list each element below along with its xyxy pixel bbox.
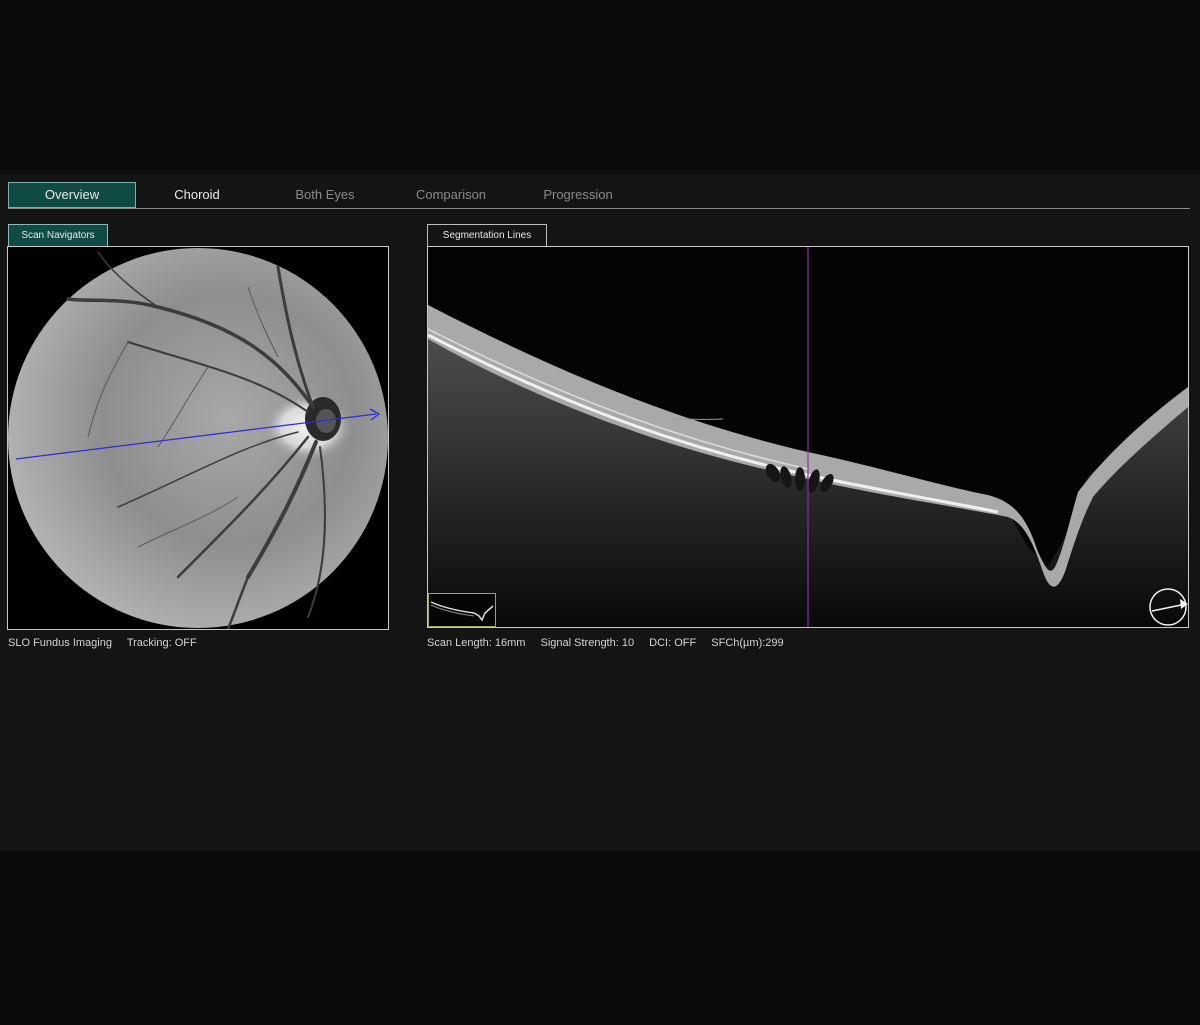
tab-comparison[interactable]: Comparison [388,182,514,207]
sfch-value: SFCh(µm):299 [711,637,784,649]
scan-navigators-tab[interactable]: Scan Navigators [8,224,108,247]
scan-length: Scan Length: 16mm [427,637,526,649]
imaging-mode-label: SLO Fundus Imaging [8,637,112,649]
view-tab-bar: Overview Choroid Both Eyes Comparison Pr… [8,182,1190,209]
fundus-image-frame[interactable] [7,246,389,630]
dci-status: DCI: OFF [649,637,697,649]
oct-bscan-image [428,247,1188,627]
fundus-caption: SLO Fundus Imaging Tracking: OFF [8,637,209,649]
segmentation-lines-tab[interactable]: Segmentation Lines [427,224,547,246]
tab-both-eyes[interactable]: Both Eyes [262,182,388,207]
oct-bscan-frame[interactable] [427,246,1189,628]
tab-choroid[interactable]: Choroid [134,182,260,207]
signal-strength: Signal Strength: 10 [540,637,635,649]
app-window: Overview Choroid Both Eyes Comparison Pr… [0,175,1200,851]
tab-progression[interactable]: Progression [515,182,641,207]
tab-overview[interactable]: Overview [8,182,136,208]
oct-thumbnail[interactable] [428,593,496,627]
oct-caption: Scan Length: 16mm Signal Strength: 10 DC… [427,637,796,649]
fundus-image [8,247,388,629]
tracking-status: Tracking: OFF [126,637,197,649]
